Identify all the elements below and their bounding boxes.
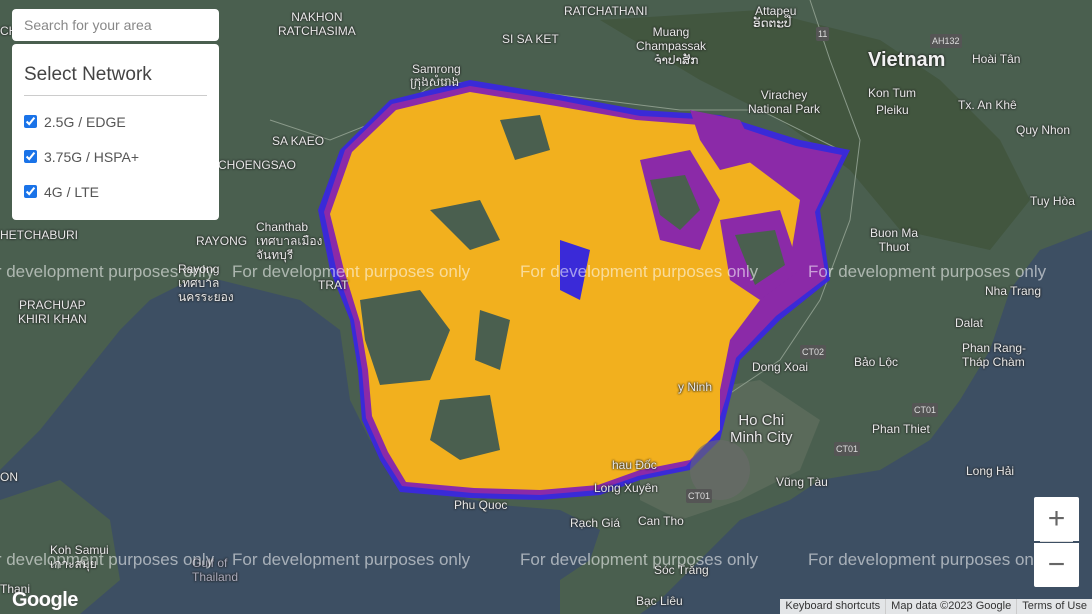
terms-link[interactable]: Terms of Use xyxy=(1016,599,1092,614)
place-can-tho: Can Tho xyxy=(638,514,684,528)
watermark: For development purposes only xyxy=(0,550,215,569)
place-kon-tum: Kon Tum xyxy=(868,86,917,100)
place-dalat: Dalat xyxy=(955,316,984,330)
search-input[interactable] xyxy=(12,9,219,41)
place-buon-ma-thuot: Buon Ma Thuot xyxy=(870,226,919,254)
place-si-sa-ket: SI SA KET xyxy=(502,32,559,46)
place-prachuap: PRACHUAP KHIRI KHAN xyxy=(18,298,87,326)
network-panel: Select Network 2.5G / EDGE 3.75G / HSPA+… xyxy=(12,44,219,220)
place-phan-rang: Phan Rang- Tháp Chàm xyxy=(962,341,1027,369)
place-muang-champassak: Muang Champassak xyxy=(636,25,707,53)
place-tx-an-khe: Tx. An Khê xyxy=(958,98,1017,112)
place-tay-ninh: y Ninh xyxy=(678,380,713,394)
watermark: For development purposes only xyxy=(808,550,1047,569)
place-phu-quoc: Phu Quoc xyxy=(454,498,508,512)
place-chetchaburi: HETCHABURI xyxy=(0,228,79,242)
keyboard-shortcuts-link[interactable]: Keyboard shortcuts xyxy=(780,599,885,614)
place-rayong-th: เทศบาลเมือง จันทบุรี xyxy=(256,234,323,262)
place-hoai-tan: Hoài Tân xyxy=(972,52,1021,66)
place-vietnam: Vietnam xyxy=(868,49,946,71)
place-samrong: Samrong xyxy=(412,62,461,76)
road-shield: 11 xyxy=(816,27,830,41)
network-option-hspa[interactable]: 3.75G / HSPA+ xyxy=(24,139,207,174)
place-bao-loc: Bảo Lộc xyxy=(854,355,899,369)
place-on: ON xyxy=(0,470,18,484)
road-shield: CT02 xyxy=(800,345,827,359)
watermark: For development purposes only xyxy=(808,262,1047,281)
place-pleiku: Pleiku xyxy=(876,103,909,117)
place-virachey: Virachey National Park xyxy=(748,88,821,116)
network-label: 4G / LTE xyxy=(44,183,99,200)
place-chau-doc: hau Đốc xyxy=(612,458,657,472)
zoom-divider xyxy=(1040,541,1073,542)
place-bac-lieu: Bạc Liêu xyxy=(636,594,683,608)
place-nha-trang: Nha Trang xyxy=(985,284,1042,298)
lte-checkbox[interactable] xyxy=(24,185,37,198)
place-vung-tau: Vũng Tàu xyxy=(776,475,828,489)
zoom-out-button[interactable]: − xyxy=(1034,543,1079,587)
road-shield: CT01 xyxy=(686,489,713,503)
place-quy-nhon: Quy Nhon xyxy=(1016,123,1071,137)
place-chachoengsao: CHOENGSAO xyxy=(218,158,297,172)
road-shield: CT01 xyxy=(912,403,939,417)
place-attapeu-lao: ອັດຕະປື xyxy=(753,16,792,30)
network-label: 2.5G / EDGE xyxy=(44,113,126,130)
watermark: For development purposes only xyxy=(0,262,215,281)
edge-checkbox[interactable] xyxy=(24,115,37,128)
place-phan-thiet: Phan Thiet xyxy=(872,422,930,436)
place-chanthaburi: Chanthab xyxy=(256,220,309,234)
place-ho-chi-minh: Ho Chi Minh City xyxy=(730,412,793,446)
network-option-edge[interactable]: 2.5G / EDGE xyxy=(24,104,207,139)
place-ratchathani: RATCHATHANI xyxy=(564,4,648,18)
google-logo: Google xyxy=(12,589,78,611)
place-tuy-hoa: Tuy Hòa xyxy=(1030,194,1075,208)
place-rach-gia: Rạch Giá xyxy=(570,516,621,530)
watermark: For development purposes only xyxy=(520,550,759,569)
attribution-bar: Keyboard shortcuts Map data ©2023 Google… xyxy=(780,599,1092,614)
road-shield: CT01 xyxy=(834,442,861,456)
place-long-hai: Long Hải xyxy=(966,464,1015,478)
map-data-text: Map data ©2023 Google xyxy=(885,599,1016,614)
place-long-xuyen: Long Xuyên xyxy=(594,481,659,495)
network-option-lte[interactable]: 4G / LTE xyxy=(24,174,207,209)
watermark: For development purposes only xyxy=(232,550,471,569)
network-label: 3.75G / HSPA+ xyxy=(44,148,140,165)
place-nakhon-ratchasima: NAKHON RATCHASIMA xyxy=(278,10,356,38)
place-champassak-lao: ຈຳປາສັກ xyxy=(654,53,699,67)
place-sa-kaeo: SA KAEO xyxy=(272,134,325,148)
watermark: For development purposes only xyxy=(520,262,759,281)
hspa-checkbox[interactable] xyxy=(24,150,37,163)
road-shield: AH132 xyxy=(930,34,962,48)
place-rayong: RAYONG xyxy=(196,234,248,248)
zoom-in-button[interactable]: + xyxy=(1034,497,1079,541)
panel-title: Select Network xyxy=(24,64,207,96)
place-dong-xoai: Dong Xoai xyxy=(752,360,809,374)
place-samrong-khmer: ក្រុងសំរោង xyxy=(410,75,460,89)
watermark: For development purposes only xyxy=(232,262,471,281)
